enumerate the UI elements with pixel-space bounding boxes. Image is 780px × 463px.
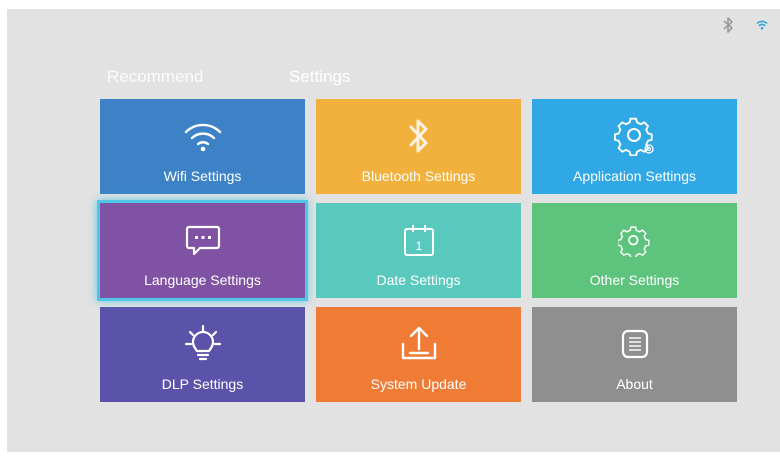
other-settings-tile[interactable]: Other Settings	[532, 203, 737, 298]
dlp-settings-tile[interactable]: DLP Settings	[100, 307, 305, 402]
bluetooth-settings-tile[interactable]: Bluetooth Settings	[316, 99, 521, 194]
language-settings-tile[interactable]: Language Settings	[97, 200, 308, 301]
document-icon	[532, 322, 737, 366]
tile-label: Date Settings	[376, 272, 461, 288]
bluetooth-status-icon	[722, 16, 734, 34]
lightbulb-icon	[100, 322, 305, 366]
tile-label: Language Settings	[144, 272, 261, 288]
about-tile[interactable]: About	[532, 307, 737, 402]
wifi-status-icon	[756, 20, 768, 30]
status-bar	[722, 16, 768, 34]
tab-bar: Recommend Settings	[107, 67, 780, 91]
settings-grid: Wifi Settings Bluetooth Settings Applica…	[97, 99, 737, 402]
tile-label: DLP Settings	[161, 376, 244, 392]
upload-icon	[316, 322, 521, 366]
gear-icon	[532, 114, 737, 158]
tile-label: System Update	[370, 376, 467, 392]
tab-settings-label: Settings	[289, 67, 351, 86]
bluetooth-icon	[316, 114, 521, 158]
tab-settings[interactable]: Settings	[264, 67, 392, 89]
tile-label: About	[616, 376, 653, 392]
gear-icon	[532, 218, 737, 262]
tile-label: Other Settings	[589, 272, 680, 288]
wifi-icon	[100, 114, 305, 158]
date-settings-tile[interactable]: 1 Date Settings	[316, 203, 521, 298]
application-settings-tile[interactable]: Application Settings	[532, 99, 737, 194]
settings-screen: Recommend Settings Wifi Settings Bluetoo…	[7, 9, 780, 452]
wifi-settings-tile[interactable]: Wifi Settings	[100, 99, 305, 194]
svg-text:1: 1	[415, 239, 422, 253]
tile-label: Application Settings	[573, 168, 696, 184]
tile-label: Bluetooth Settings	[361, 168, 476, 184]
calendar-icon: 1	[316, 218, 521, 262]
tile-label: Wifi Settings	[163, 168, 242, 184]
tab-recommend[interactable]: Recommend	[107, 67, 203, 87]
chat-bubble-icon	[100, 218, 305, 262]
system-update-tile[interactable]: System Update	[316, 307, 521, 402]
